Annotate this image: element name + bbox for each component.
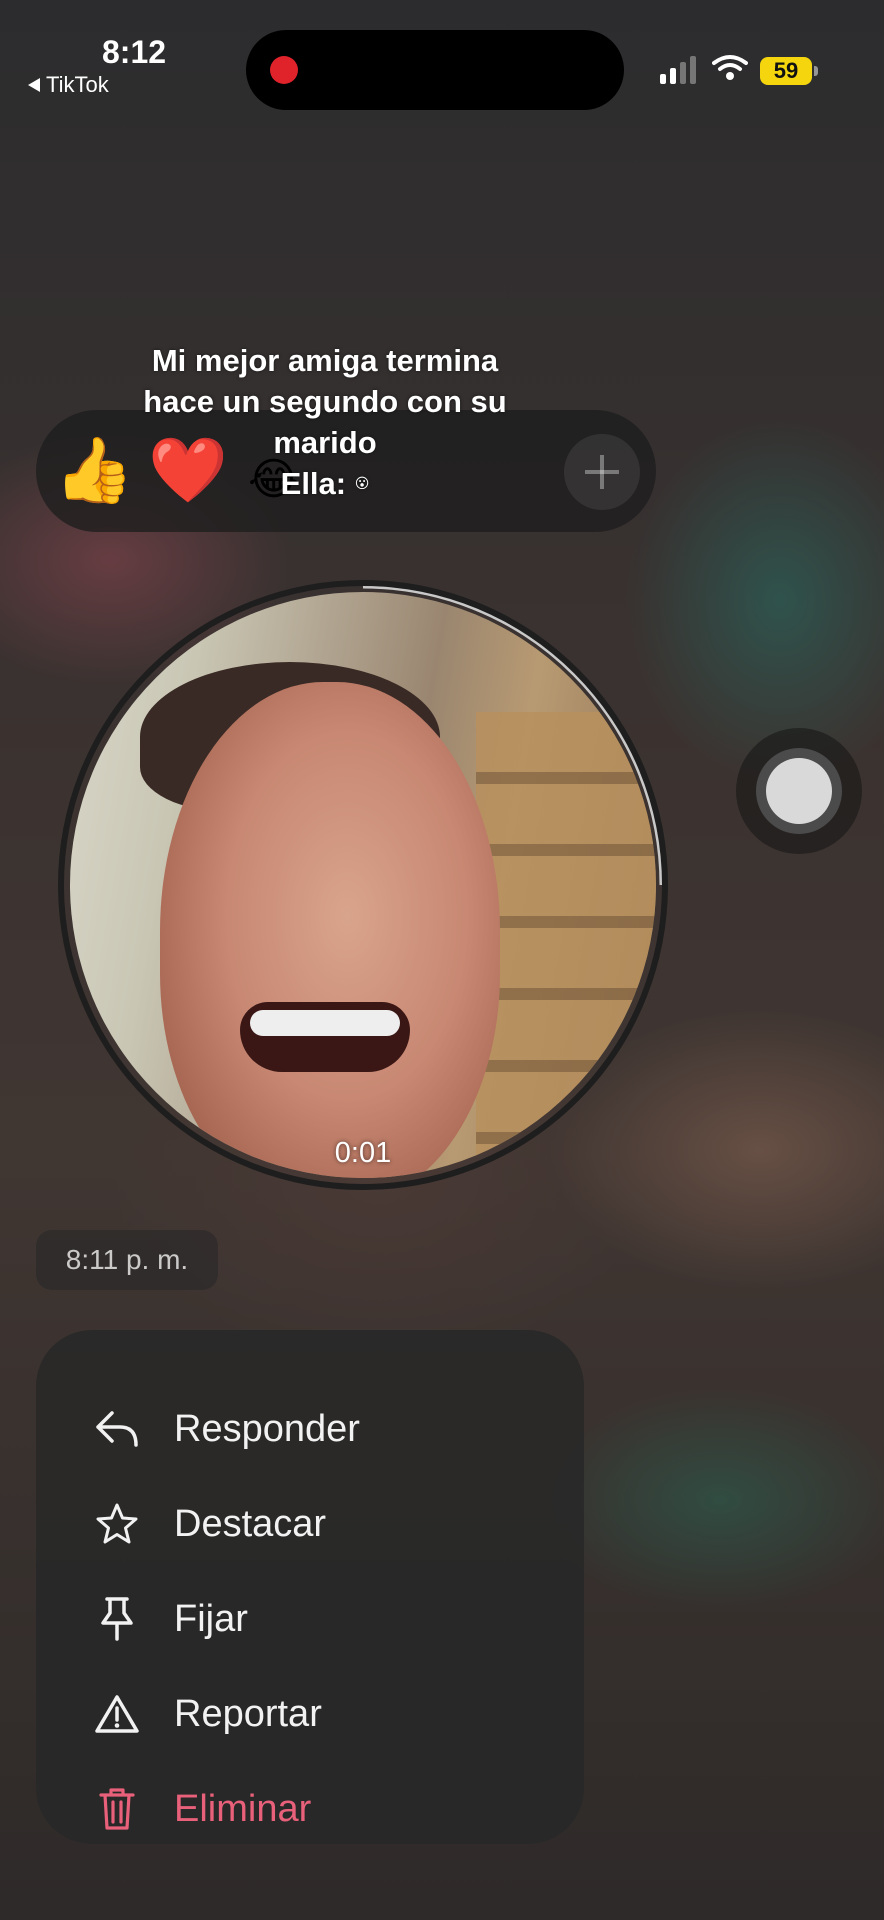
menu-item-label: Eliminar — [174, 1787, 312, 1830]
caption-line: Mi mejor amiga termina — [151, 343, 499, 378]
video-progress-ring — [64, 586, 662, 1184]
battery-tip — [814, 66, 818, 76]
add-reaction-button[interactable] — [564, 434, 640, 510]
message-timestamp: 8:11 p. m. — [36, 1230, 218, 1290]
back-to-app-link[interactable]: TikTok — [28, 72, 109, 98]
menu-item-reportar[interactable]: Reportar — [36, 1669, 584, 1759]
reply-icon — [92, 1404, 142, 1454]
menu-item-eliminar[interactable]: Eliminar — [36, 1764, 584, 1854]
battery-indicator: 59 — [760, 57, 812, 85]
recording-indicator-icon — [270, 56, 298, 84]
trash-icon — [92, 1784, 142, 1834]
back-arrow-icon — [28, 78, 40, 92]
caption-ella: Ella: — [280, 466, 347, 501]
pin-icon — [92, 1594, 142, 1644]
menu-item-responder[interactable]: Responder — [36, 1384, 584, 1474]
dynamic-island — [246, 30, 624, 110]
menu-item-label: Fijar — [174, 1597, 248, 1640]
video-caption: Mi mejor amiga termina hace un segundo c… — [90, 340, 560, 504]
video-message[interactable]: 0:01 — [58, 580, 668, 1190]
menu-item-destacar[interactable]: Destacar — [36, 1479, 584, 1569]
menu-item-label: Destacar — [174, 1502, 327, 1545]
context-menu: Responder Destacar Fijar Reportar Elimin… — [36, 1330, 584, 1844]
back-app-label: TikTok — [46, 72, 109, 97]
caption-line: hace un segundo con su — [143, 384, 507, 419]
menu-item-label: Responder — [174, 1407, 360, 1450]
warning-icon — [92, 1689, 142, 1739]
record-icon — [766, 758, 832, 824]
star-icon — [92, 1499, 142, 1549]
menu-item-fijar[interactable]: Fijar — [36, 1574, 584, 1664]
cellular-signal-icon — [660, 56, 696, 84]
menu-item-label: Reportar — [174, 1692, 322, 1735]
wifi-icon — [712, 55, 748, 80]
status-time: 8:12 — [102, 34, 167, 70]
surprised-emoji: 😮 — [354, 475, 370, 491]
record-button[interactable] — [736, 728, 862, 854]
caption-line: marido — [273, 425, 377, 460]
caption-line: Ella: 😮 — [90, 463, 560, 504]
